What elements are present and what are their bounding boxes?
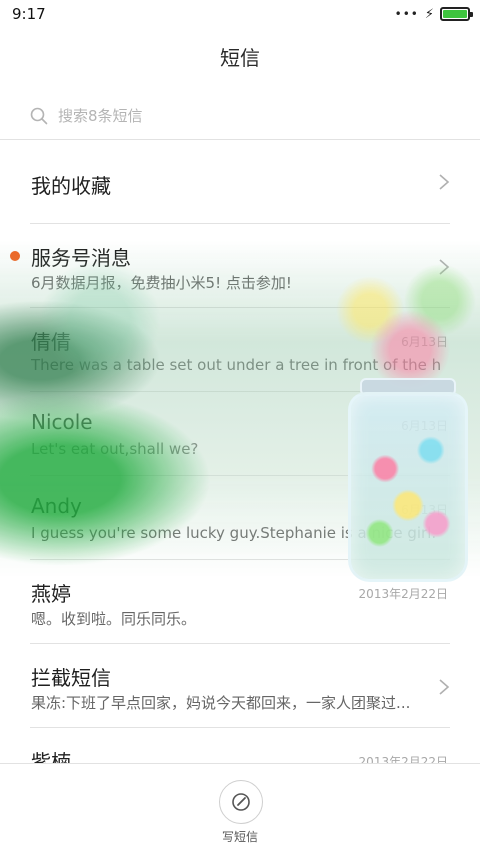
search-icon (30, 107, 48, 124)
list-item-preview: I guess you're some lucky guy.Stephanie … (31, 524, 437, 542)
list-item-conversation[interactable]: 倩倩 6月13日 There was a table set out under… (0, 308, 480, 392)
list-item-title: 燕婷 (31, 582, 71, 606)
list-item-blocked-messages[interactable]: 拦截短信 果冻:下班了早点回家，妈说今天都回来，一家人团聚过... (0, 644, 480, 728)
bottom-bar: 写短信 (0, 763, 480, 853)
list-item-favorites[interactable]: 我的收藏 (0, 140, 480, 224)
list-item-title: Andy (31, 494, 82, 518)
compose-button[interactable] (219, 780, 263, 824)
charging-icon: ⚡ (424, 6, 434, 22)
list-item-date: 6月13日 (401, 419, 448, 433)
list-item-preview: 嗯。收到啦。同乐同乐。 (31, 610, 197, 628)
battery-icon (440, 7, 473, 21)
status-time: 9:17 (12, 5, 46, 23)
compose-icon (232, 793, 250, 811)
list-item-preview: Let's eat out,shall we? (31, 440, 199, 458)
search-input[interactable]: 搜索8条短信 (58, 105, 143, 126)
status-icons: ••• ⚡ (394, 6, 473, 22)
list-item-date: 2013年2月22日 (358, 587, 448, 601)
chevron-right-icon (439, 259, 450, 275)
signal-dots-icon: ••• (394, 7, 419, 21)
status-bar: 9:17 ••• ⚡ (0, 0, 480, 28)
search-bar[interactable]: 搜索8条短信 (0, 92, 480, 140)
page-title: 短信 (220, 46, 260, 70)
list-item-conversation[interactable]: 燕婷 2013年2月22日 嗯。收到啦。同乐同乐。 (0, 560, 480, 644)
list-item-preview: 果冻:下班了早点回家，妈说今天都回来，一家人团聚过... (31, 694, 411, 712)
chevron-right-icon (439, 679, 450, 695)
list-item-preview: There was a table set out under a tree i… (31, 356, 441, 374)
chevron-right-icon (439, 174, 450, 190)
list-item-title: 拦截短信 (31, 666, 111, 690)
list-item-title: 服务号消息 (31, 246, 131, 270)
list-item-conversation[interactable]: Nicole 6月13日 Let's eat out,shall we? (0, 392, 480, 476)
compose-label[interactable]: 写短信 (0, 828, 480, 845)
list-item-title: Nicole (31, 410, 93, 434)
list-item-date: 6月13日 (401, 503, 448, 517)
list-item-title: 倩倩 (31, 330, 71, 354)
list-item-service-messages[interactable]: 服务号消息 6月数据月报，免费抽小米5! 点击参加! (0, 224, 480, 308)
list-item-date: 6月13日 (401, 335, 448, 349)
unread-dot (10, 251, 20, 261)
list-item-conversation[interactable]: Andy 6月13日 I guess you're some lucky guy… (0, 476, 480, 560)
list-item-preview: 6月数据月报，免费抽小米5! 点击参加! (31, 274, 292, 292)
list-item-title: 我的收藏 (31, 174, 111, 198)
